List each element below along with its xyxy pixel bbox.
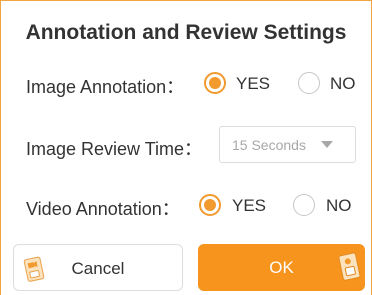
image-annotation-no-radio[interactable] [298,72,320,94]
image-review-time-label: Image Review Time： [26,139,203,159]
image-annotation-yes-radio[interactable] [204,72,226,94]
settings-dialog: Annotation and Review Settings Image Ann… [0,0,372,295]
image-annotation-label: Image Annotation： [26,77,185,97]
review-time-select[interactable]: 15 Seconds [219,126,356,163]
cancel-button-label: Cancel [71,259,125,278]
chevron-down-icon [321,141,333,148]
dialog-title: Annotation and Review Settings [25,21,347,44]
ok-button[interactable]: OK [198,244,365,291]
cancel-button[interactable]: Cancel [13,244,183,291]
video-annotation-yes-radio[interactable] [199,194,221,216]
image-annotation-yes-label[interactable]: YES [236,74,270,94]
video-annotation-no-radio[interactable] [293,194,315,216]
video-annotation-no-label[interactable]: NO [326,196,352,216]
review-time-value: 15 Seconds [232,137,306,153]
image-annotation-no-label[interactable]: NO [330,74,356,94]
video-annotation-label: Video Annotation： [26,199,180,219]
video-annotation-yes-label[interactable]: YES [232,196,266,216]
media-card-icon [337,250,363,289]
